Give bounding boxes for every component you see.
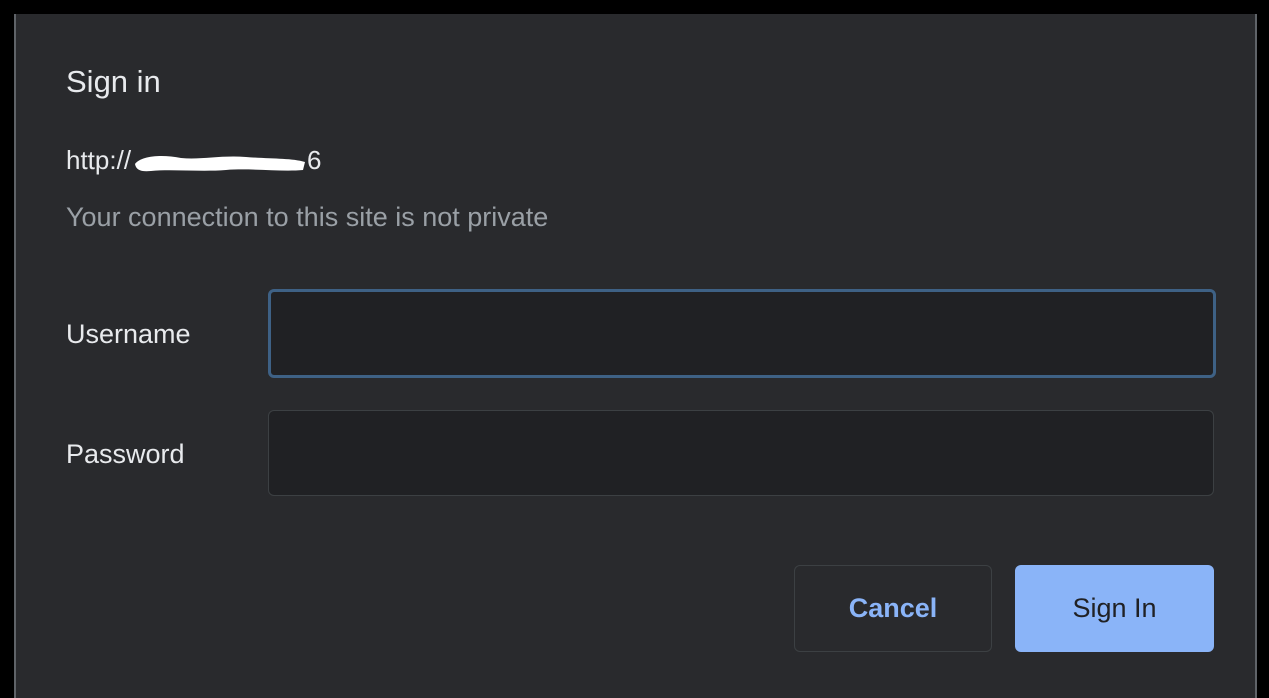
- username-field[interactable]: [268, 289, 1216, 378]
- site-origin: http:// 6: [66, 144, 322, 176]
- sign-in-button[interactable]: Sign In: [1015, 565, 1214, 652]
- screen-frame: Sign in http:// 6 Your connection to this…: [0, 0, 1269, 698]
- cancel-button[interactable]: Cancel: [794, 565, 992, 652]
- password-field[interactable]: [268, 410, 1214, 496]
- redaction-mark: [135, 156, 306, 172]
- sign-in-dialog: Sign in http:// 6 Your connection to this…: [14, 14, 1257, 698]
- origin-suffix: 6: [307, 145, 322, 175]
- username-label: Username: [66, 319, 191, 349]
- dialog-title: Sign in: [66, 64, 161, 99]
- password-label: Password: [66, 439, 185, 469]
- origin-prefix: http://: [66, 145, 132, 175]
- connection-warning: Your connection to this site is not priv…: [66, 202, 549, 232]
